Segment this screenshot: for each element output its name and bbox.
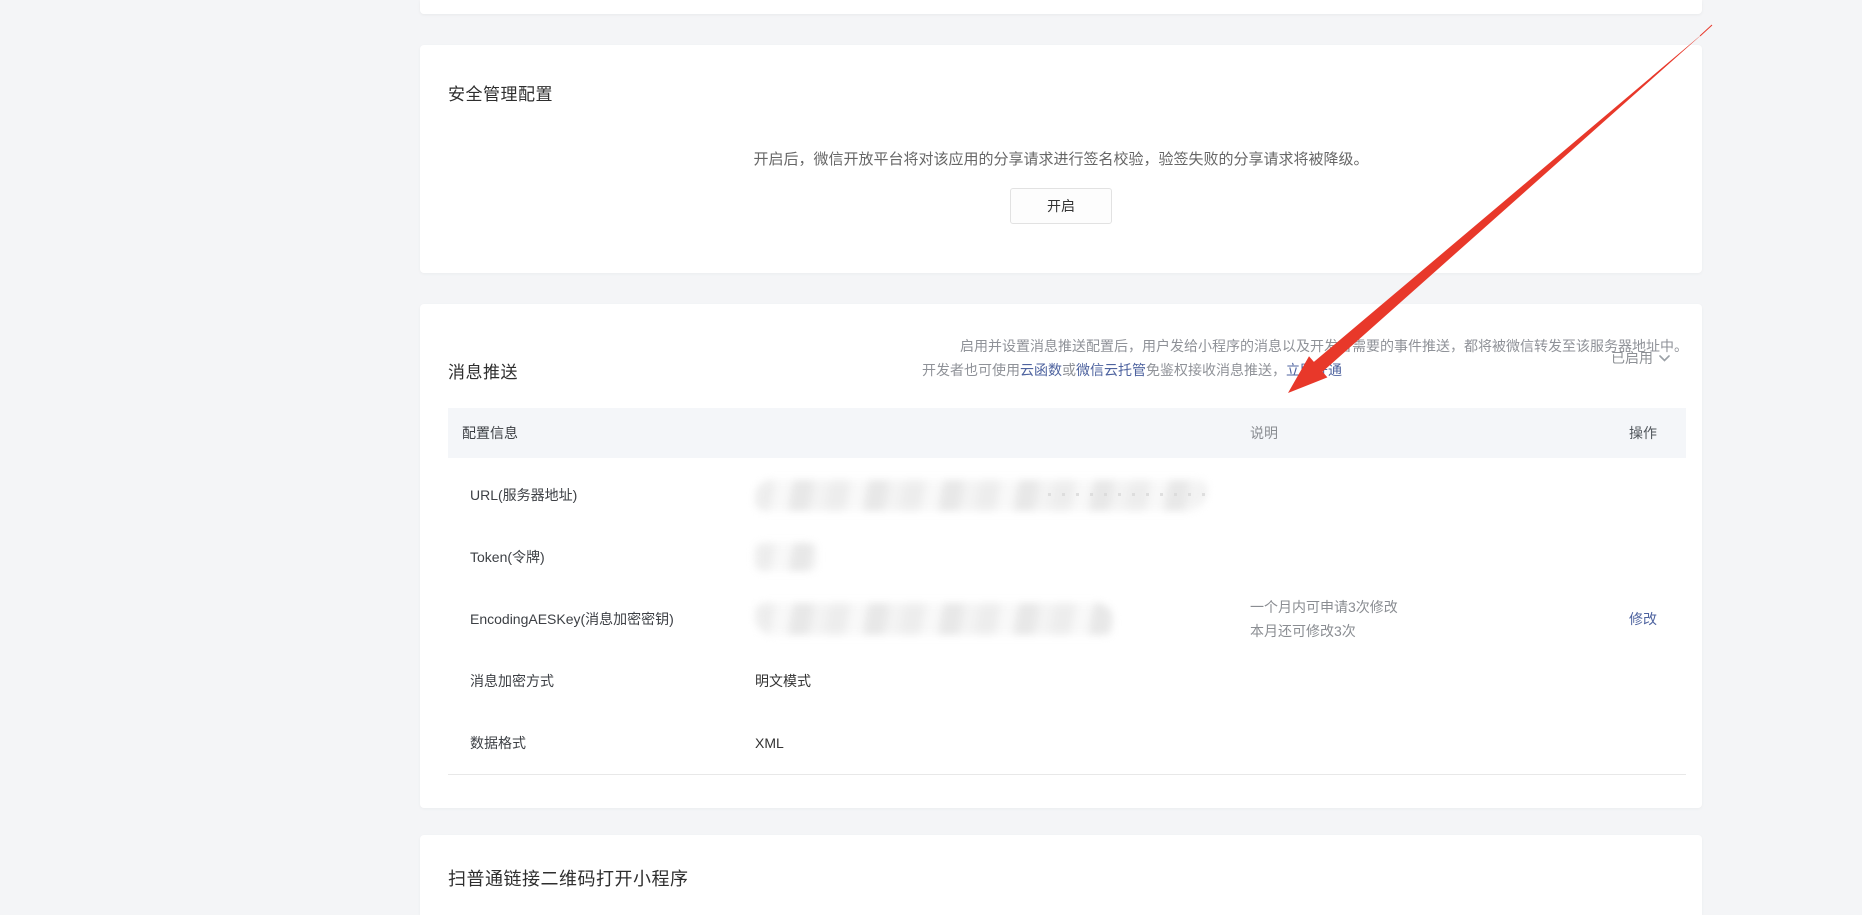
description-line2-prefix: 开发者也可使用: [922, 362, 1020, 378]
row-label: EncodingAESKey(消息加密密钥): [448, 609, 738, 629]
message-push-description: 启用并设置消息推送配置后，用户发给小程序的消息以及开发者需要的事件推送，都将被微…: [960, 334, 1688, 382]
security-card-description: 开启后，微信开放平台将对该应用的分享请求进行签名校验，验签失败的分享请求将被降级…: [420, 148, 1702, 169]
qr-link-card: 扫普通链接二维码打开小程序: [420, 835, 1702, 915]
note-line1: 一个月内可申请3次修改: [1250, 595, 1600, 619]
description-line2: 开发者也可使用云函数或微信云托管免鉴权接收消息推送，立即开通: [922, 358, 1688, 382]
table-body: URL(服务器地址) Token(令牌): [448, 464, 1686, 774]
row-value: [738, 526, 1250, 588]
header-description: 说明: [1250, 421, 1600, 445]
security-card-title: 安全管理配置: [448, 80, 553, 105]
push-config-table: 配置信息 说明 操作 URL(服务器地址) Token(令牌): [448, 408, 1686, 458]
table-row-encoding-aes-key: EncodingAESKey(消息加密密钥) 一个月内可申请3次修改 本月还可修…: [448, 588, 1686, 650]
modify-link[interactable]: 修改: [1629, 611, 1657, 627]
cloud-function-link[interactable]: 云函数: [1020, 362, 1062, 378]
table-row-url: URL(服务器地址): [448, 464, 1686, 526]
description-line1: 启用并设置消息推送配置后，用户发给小程序的消息以及开发者需要的事件推送，都将被微…: [960, 334, 1688, 358]
settings-page: 安全管理配置 开启后，微信开放平台将对该应用的分享请求进行签名校验，验签失败的分…: [0, 0, 1862, 905]
row-value: [738, 588, 1250, 650]
row-label: 消息加密方式: [448, 671, 738, 691]
previous-card-bottom-edge: [420, 0, 1702, 14]
chevron-down-icon: [1659, 355, 1670, 362]
message-push-title: 消息推送: [448, 358, 518, 383]
row-label: Token(令牌): [448, 547, 738, 567]
redacted-aeskey-value: [755, 603, 1113, 635]
table-row-encrypt-mode: 消息加密方式 明文模式: [448, 650, 1686, 712]
row-label: URL(服务器地址): [448, 485, 738, 505]
header-action: 操作: [1600, 423, 1686, 443]
header-config-info: 配置信息: [448, 423, 738, 443]
security-config-card: 安全管理配置 开启后，微信开放平台将对该应用的分享请求进行签名校验，验签失败的分…: [420, 45, 1702, 273]
row-label: 数据格式: [448, 733, 738, 753]
description-or: 或: [1062, 362, 1076, 378]
qr-card-title: 扫普通链接二维码打开小程序: [448, 865, 689, 891]
cloud-hosting-link[interactable]: 微信云托管: [1076, 362, 1146, 378]
description-line2-suffix: 免鉴权接收消息推送，: [1146, 362, 1286, 378]
table-header-row: 配置信息 说明 操作: [448, 408, 1686, 458]
table-row-data-format: 数据格式 XML: [448, 712, 1686, 774]
enabled-status-label: 已启用: [1611, 348, 1653, 368]
row-value: XML: [738, 712, 1250, 774]
redaction-artifact: [1048, 493, 1208, 496]
enabled-status-dropdown[interactable]: 已启用: [1611, 348, 1670, 368]
activate-now-link[interactable]: 立即开通: [1286, 362, 1342, 378]
note-line2: 本月还可修改3次: [1250, 619, 1600, 643]
message-push-card: 消息推送 启用并设置消息推送配置后，用户发给小程序的消息以及开发者需要的事件推送…: [420, 304, 1702, 808]
row-value: 明文模式: [738, 650, 1250, 712]
enable-button[interactable]: 开启: [1010, 188, 1112, 224]
redacted-token-value: [755, 543, 817, 571]
table-bottom-divider: [448, 774, 1686, 775]
row-note: 一个月内可申请3次修改 本月还可修改3次: [1250, 595, 1600, 643]
table-row-token: Token(令牌): [448, 526, 1686, 588]
